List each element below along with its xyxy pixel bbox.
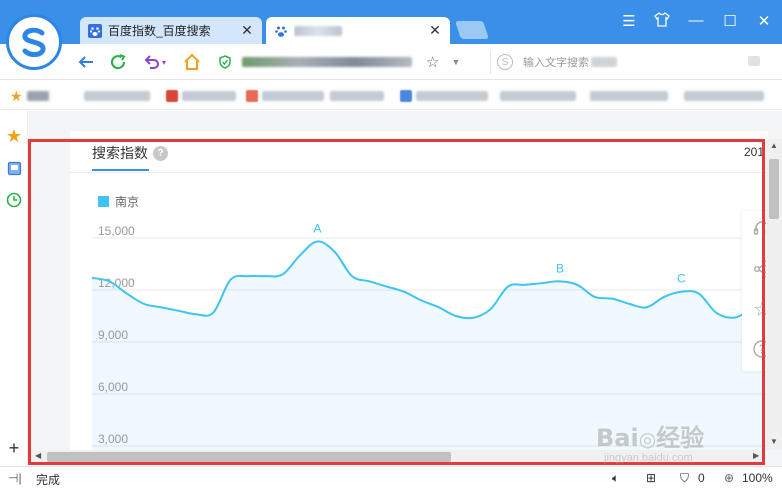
navigation-bar: ▾ https://index.baidu.com ☆ ▼ S 输入文字搜索 — [0, 44, 782, 80]
history-clock-icon[interactable] — [5, 191, 23, 209]
chevron-down-icon[interactable]: ▾ — [160, 52, 168, 72]
home-icon — [184, 53, 200, 70]
annotation-label: A — [313, 221, 321, 235]
bookmark-item[interactable] — [246, 89, 324, 103]
star-favorite-icon[interactable]: ☆ — [426, 53, 439, 71]
refresh-button[interactable] — [108, 52, 128, 72]
refresh-icon — [110, 54, 126, 70]
favorites-star-icon[interactable]: ★ — [5, 126, 23, 146]
adblock-count: 0 — [698, 471, 705, 485]
left-sidebar: ★ + — [0, 111, 28, 466]
secure-shield-icon — [219, 55, 231, 69]
scroll-right-icon[interactable]: ▶ — [753, 451, 759, 460]
minimize-icon[interactable]: — — [686, 12, 706, 29]
adblock-shield-icon[interactable]: ⛉ — [680, 471, 689, 486]
status-bar: ⊣| 完成 🔈︎ ⊞ ⛉ 0 ⊕ 100% — [0, 466, 782, 488]
trend-chart[interactable]: 15,00012,0009,0006,0003,000ABC — [70, 131, 768, 461]
scroll-thumb[interactable] — [47, 452, 451, 462]
scroll-thumb[interactable] — [769, 159, 779, 219]
title-bar: 百度指数_百度搜索 ✕ ✕ ☰ — ☐ ✕ — [0, 0, 782, 70]
tab-title — [294, 24, 428, 38]
add-icon[interactable]: + — [5, 438, 23, 458]
y-tick-label: 15,000 — [98, 224, 135, 238]
close-icon[interactable]: ✕ — [428, 22, 442, 39]
bookmark-item[interactable] — [330, 89, 384, 103]
sidebar-toggle-icon[interactable]: ⊣| — [8, 471, 22, 485]
search-placeholder: 输入文字搜索 — [523, 57, 589, 69]
skin-shirt-icon[interactable] — [652, 12, 672, 31]
undo-close-button[interactable] — [142, 52, 162, 72]
star-icon: ★ — [10, 87, 23, 104]
tab-title: 百度指数_百度搜索 — [108, 24, 211, 38]
search-engine-icon: S — [497, 54, 513, 70]
back-button[interactable] — [76, 52, 96, 72]
bookmark-item[interactable] — [400, 89, 488, 103]
tab-baidu-search[interactable]: 百度指数_百度搜索 ✕ — [80, 17, 262, 44]
search-box[interactable]: S 输入文字搜索 — [490, 50, 740, 74]
browser-logo[interactable] — [6, 14, 62, 70]
vertical-scrollbar[interactable]: ▲ ▼ — [766, 139, 782, 450]
zoom-level[interactable]: 100% — [742, 471, 773, 485]
bookmark-favorites[interactable]: ★ — [10, 87, 49, 104]
address-bar[interactable]: https://index.baidu.com ☆ ▼ — [218, 50, 476, 74]
back-arrow-icon — [78, 56, 93, 68]
baidu-paw-icon — [275, 26, 287, 37]
search-index-panel: 搜索指数 ? 201 南京 15,000 12,000 9,000 6,000 3,00… — [70, 131, 782, 461]
baidu-jingyan-watermark: jingyan.baidu.com — [604, 452, 693, 464]
maximize-icon[interactable]: ☐ — [720, 12, 740, 30]
bookmark-item[interactable] — [166, 89, 236, 103]
download-icon[interactable]: ⊞ — [646, 471, 656, 485]
bookmarks-bar: ★ — [0, 81, 782, 110]
scroll-left-icon[interactable]: ◀ — [35, 451, 41, 460]
bookmark-item[interactable] — [684, 89, 764, 103]
volume-icon[interactable]: 🔈︎ — [612, 471, 619, 486]
close-icon[interactable]: ✕ — [240, 22, 254, 39]
baidu-jingyan-watermark: Bai◎经验 — [596, 424, 705, 452]
bookmark-item[interactable] — [84, 89, 150, 103]
reader-icon[interactable] — [5, 159, 23, 177]
sogou-s-icon — [22, 27, 46, 58]
status-text: 完成 — [36, 473, 61, 487]
bookmark-item[interactable] — [500, 89, 576, 103]
scroll-down-icon[interactable]: ▼ — [769, 437, 779, 446]
undo-icon — [144, 55, 159, 69]
annotation-label: B — [556, 261, 564, 275]
bookmark-item[interactable] — [590, 89, 668, 103]
menu-icon[interactable]: ☰ — [619, 12, 639, 30]
scroll-up-icon[interactable]: ▲ — [769, 141, 779, 150]
baidu-paw-icon — [88, 23, 102, 38]
annotation-label: C — [677, 272, 686, 286]
home-button[interactable] — [182, 52, 202, 72]
page-content: 搜索指数 ? 201 南京 15,000 12,000 9,000 6,000 3,00… — [28, 111, 782, 466]
close-window-icon[interactable]: ✕ — [754, 12, 774, 30]
zoom-icon[interactable]: ⊕ — [724, 471, 734, 485]
extension-icon[interactable] — [748, 56, 760, 66]
tab-baidu-index[interactable]: ✕ — [266, 17, 450, 44]
new-tab-button[interactable] — [455, 21, 489, 39]
svg-text:?: ? — [759, 343, 765, 357]
chevron-down-icon[interactable]: ▼ — [451, 57, 460, 67]
